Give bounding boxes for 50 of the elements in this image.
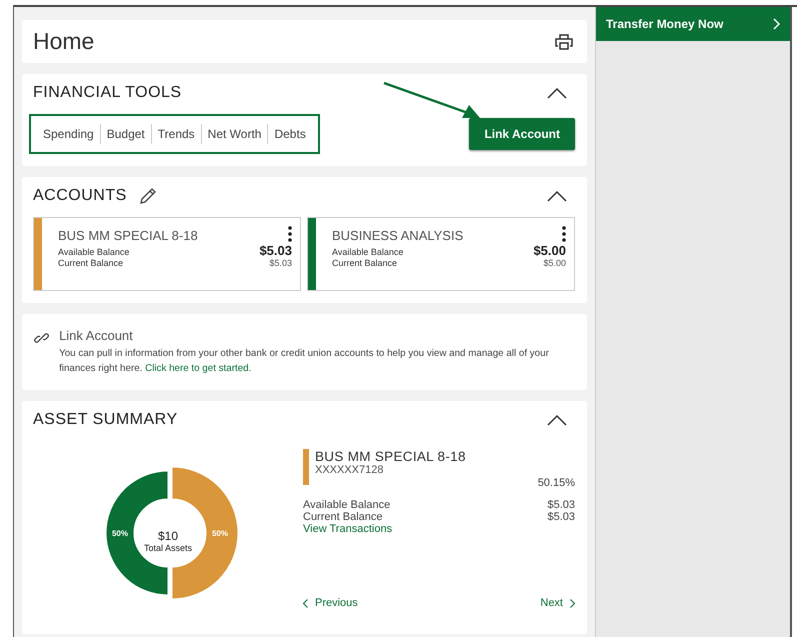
balance-label: Available Balance [332,247,404,257]
link-account-title: Link Account [59,328,134,343]
tool-link[interactable]: Net Worth [202,124,268,144]
tool-link[interactable]: Debts [268,124,312,144]
chevron-right-icon [773,18,780,30]
balance-value: $5.00 [543,258,566,268]
total-value: $10 [158,529,178,543]
balance-value: $5.00 [533,243,566,258]
view-transactions-link[interactable]: View Transactions [303,523,392,535]
page-title: Home [33,28,94,55]
total-label: Total Assets [144,543,192,553]
account-name: BUSINESS ANALYSIS [332,228,464,243]
link-account-button[interactable]: Link Account [469,118,575,150]
slice-label: 50% [212,529,228,538]
account-card[interactable]: BUS MM SPECIAL 8-18 Available Balance $5.03 Current Balance $5.03 [33,217,301,291]
get-started-link[interactable]: Click here to get started. [145,363,252,374]
account-name: BUS MM SPECIAL 8-18 [315,449,466,464]
balance-label: Current Balance [332,258,398,268]
chevron-left-icon [303,598,308,608]
link-account-description: You can pull in information from your other bank or credit union accounts to help you view and manage all of your finances right here. Click here to get started. [59,347,550,376]
account-name: BUS MM SPECIAL 8-18 [58,228,198,243]
tool-link[interactable]: Spending [37,124,101,144]
account-card[interactable]: BUSINESS ANALYSIS Available Balance $5.00 Current Balance $5.00 [307,217,575,291]
print-icon[interactable] [555,34,573,50]
tool-link[interactable]: Budget [100,124,152,144]
balance-value: $5.03 [547,511,575,523]
balance-label: Available Balance [58,247,130,257]
balance-label: Current Balance [303,511,382,523]
section-title: ASSET SUMMARY [33,411,178,429]
balance-value: $5.03 [269,258,292,268]
section-title: FINANCIAL TOOLS [33,84,182,102]
collapse-icon[interactable] [547,190,567,202]
tool-link[interactable]: Trends [152,124,202,144]
section-title: ACCOUNTS [33,187,127,205]
chevron-right-icon [570,598,575,608]
slice-label: 50% [112,529,128,538]
more-icon[interactable] [288,226,292,242]
balance-label: Current Balance [58,258,124,268]
balance-value: $5.03 [547,499,575,511]
balance-label: Available Balance [303,499,390,511]
collapse-icon[interactable] [547,414,567,426]
previous-button[interactable]: Previous [303,597,358,609]
transfer-money-button[interactable]: Transfer Money Now [596,7,790,41]
pencil-icon[interactable] [138,187,157,205]
collapse-icon[interactable] [547,87,567,99]
balance-value: $5.03 [259,243,292,258]
account-number: XXXXXX7128 [315,464,384,476]
more-icon[interactable] [562,226,566,242]
share-percent: 50.15% [538,477,575,489]
next-button[interactable]: Next [540,597,575,609]
